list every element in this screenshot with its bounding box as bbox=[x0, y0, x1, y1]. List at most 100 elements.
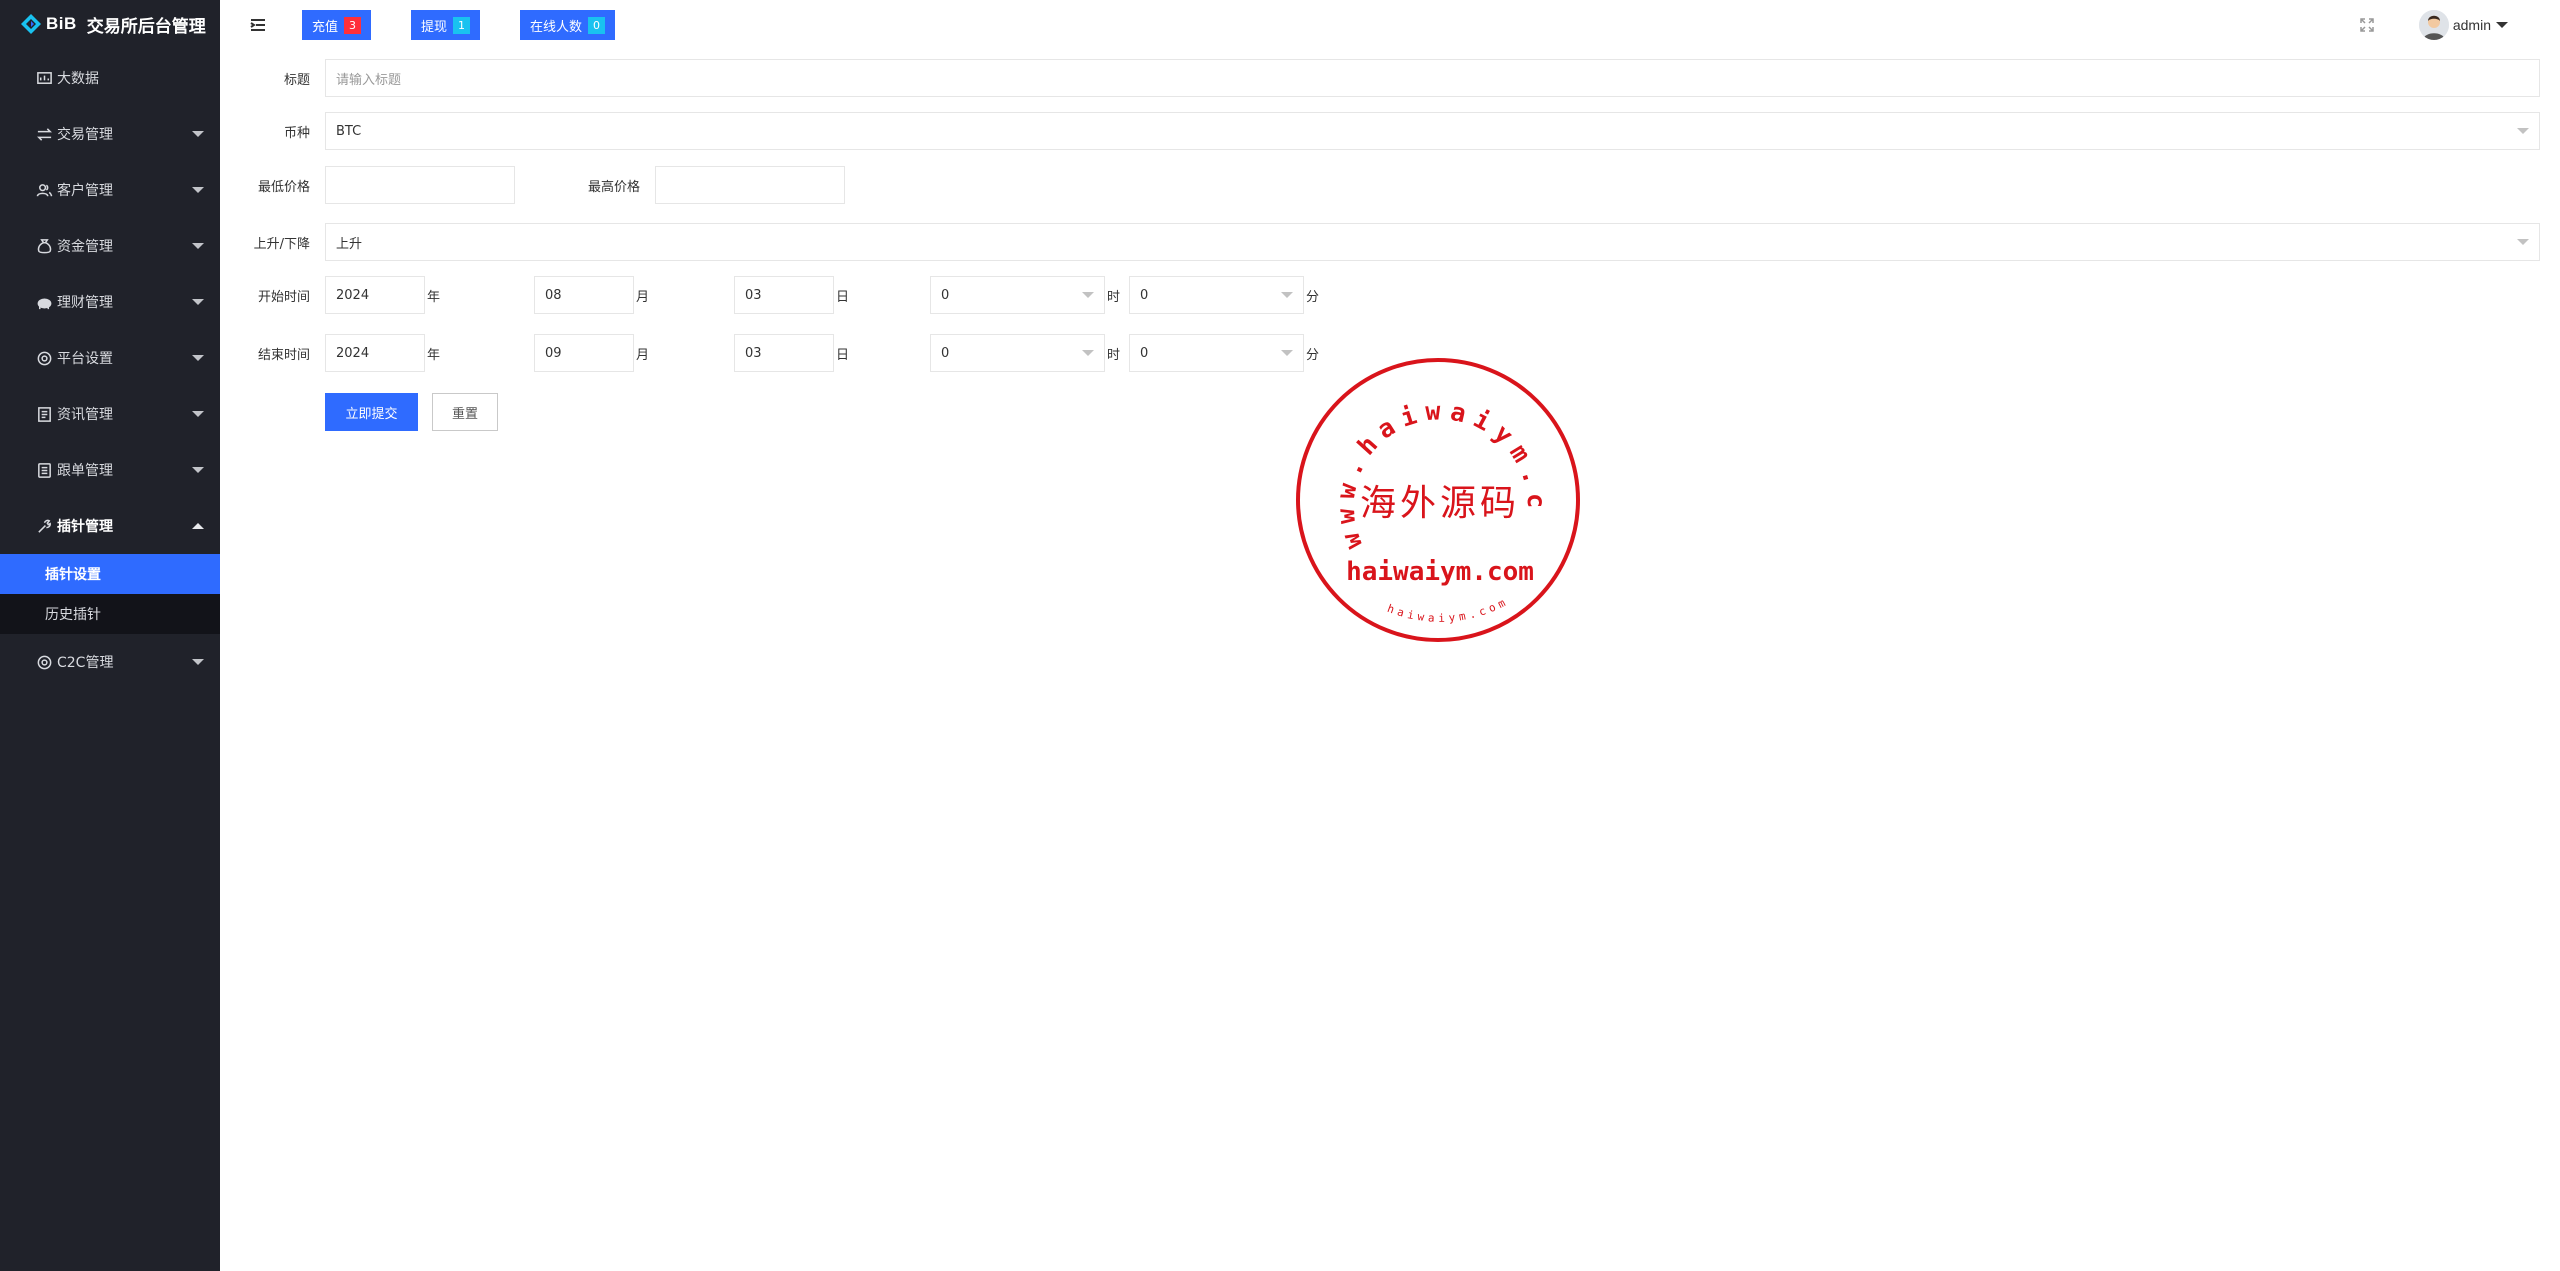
chevron-down-icon bbox=[192, 411, 204, 417]
chevron-down-icon bbox=[2517, 128, 2529, 134]
sidebar-item-platform[interactable]: 平台设置 bbox=[0, 330, 220, 386]
sidebar-item-c2c[interactable]: C2C管理 bbox=[0, 634, 220, 690]
sidebar-item-label: 插针管理 bbox=[57, 519, 113, 535]
sidebar-item-copytrade[interactable]: 跟单管理 bbox=[0, 442, 220, 498]
coin-label: 币种 bbox=[283, 125, 310, 141]
end-hour-select[interactable]: 0 bbox=[930, 334, 1105, 372]
start-year-input[interactable]: 2024 bbox=[325, 276, 425, 314]
sidebar-subitem-spike-history[interactable]: 历史插针 bbox=[0, 594, 220, 634]
sidebar-item-label: 平台设置 bbox=[57, 351, 113, 367]
chevron-down-icon bbox=[1082, 350, 1094, 356]
online-users-count-badge: 0 bbox=[588, 16, 606, 34]
money-bag-icon bbox=[35, 237, 53, 255]
watermark-stamp: www.haiwaiym.com 海外源码 haiwaiym.com haiwa… bbox=[1283, 332, 1585, 645]
day-unit: 日 bbox=[836, 289, 850, 305]
circle-icon bbox=[35, 653, 53, 671]
end-year-input[interactable]: 2024 bbox=[325, 334, 425, 372]
end-minute-value: 0 bbox=[1140, 345, 1149, 361]
sidebar-item-customers[interactable]: 客户管理 bbox=[0, 162, 220, 218]
withdraw-count-badge: 1 bbox=[453, 16, 471, 34]
sidebar-item-label: 跟单管理 bbox=[57, 463, 113, 479]
sidebar-item-trade[interactable]: 交易管理 bbox=[0, 106, 220, 162]
sidebar-item-label: 客户管理 bbox=[57, 183, 113, 199]
sidebar-item-finance[interactable]: 理财管理 bbox=[0, 274, 220, 330]
exchange-icon bbox=[35, 125, 53, 143]
month-unit: 月 bbox=[636, 347, 650, 363]
min-price-label: 最低价格 bbox=[257, 179, 310, 195]
end-minute-select[interactable]: 0 bbox=[1129, 334, 1304, 372]
form-row-start-time: 开始时间 2024 年 08 月 03 日 0 时 0 分 bbox=[220, 276, 2560, 314]
start-hour-value: 0 bbox=[941, 287, 950, 303]
title-label: 标题 bbox=[283, 72, 310, 88]
sidebar-item-bigdata[interactable]: 大数据 bbox=[0, 50, 220, 106]
min-price-input[interactable] bbox=[325, 166, 515, 204]
sidebar-item-funds[interactable]: 资金管理 bbox=[0, 218, 220, 274]
start-day-input[interactable]: 03 bbox=[734, 276, 834, 314]
start-minute-select[interactable]: 0 bbox=[1129, 276, 1304, 314]
start-time-label: 开始时间 bbox=[257, 289, 310, 305]
spike-settings-form: 标题 请输入标题 币种 BTC 最低价格 最高价格 上升/下降 上升 开始时间 … bbox=[220, 50, 2560, 1271]
coin-select-value: BTC bbox=[336, 123, 362, 139]
stamp-small-text: haiwaiym.com bbox=[1385, 594, 1511, 624]
chevron-down-icon bbox=[192, 243, 204, 249]
coin-select[interactable]: BTC bbox=[325, 112, 2540, 150]
submit-button[interactable]: 立即提交 bbox=[325, 393, 418, 431]
piggy-bank-icon bbox=[35, 293, 53, 311]
app-logo[interactable]: BiB 交易所后台管理 bbox=[0, 0, 220, 48]
recharge-button[interactable]: 充值 3 bbox=[302, 10, 372, 40]
menu-collapse-icon[interactable] bbox=[248, 15, 268, 35]
chevron-down-icon bbox=[192, 131, 204, 137]
max-price-label: 最高价格 bbox=[587, 179, 640, 195]
end-time-label: 结束时间 bbox=[257, 347, 310, 363]
app-title: 交易所后台管理 bbox=[86, 16, 206, 37]
withdraw-label: 提现 bbox=[421, 19, 448, 35]
chevron-down-icon bbox=[2517, 239, 2529, 245]
online-users-button[interactable]: 在线人数 0 bbox=[520, 10, 616, 40]
sidebar-nav: 大数据 交易管理 客户管理 资金管理 理财管理 平台设置 资讯管理 跟单管理 插… bbox=[0, 50, 220, 690]
sidebar: BiB 交易所后台管理 大数据 交易管理 客户管理 资金管理 理财管理 平台设置… bbox=[0, 0, 220, 1271]
max-price-input[interactable] bbox=[655, 166, 845, 204]
minute-unit: 分 bbox=[1306, 289, 1320, 305]
chevron-down-icon bbox=[1281, 350, 1293, 356]
hour-unit: 时 bbox=[1107, 347, 1121, 363]
top-header: 充值 3 提现 1 在线人数 0 admin bbox=[220, 0, 2560, 50]
header-right: admin bbox=[2359, 0, 2508, 50]
sidebar-subitem-spike-settings[interactable]: 插针设置 bbox=[0, 554, 220, 594]
wrench-icon bbox=[35, 517, 53, 535]
news-icon bbox=[35, 405, 53, 423]
online-users-label: 在线人数 bbox=[530, 19, 583, 35]
sidebar-submenu-spike: 插针设置 历史插针 bbox=[0, 554, 220, 634]
form-row-prices: 最低价格 最高价格 bbox=[220, 166, 2560, 204]
form-row-direction: 上升/下降 上升 bbox=[220, 223, 2560, 261]
direction-select-value: 上升 bbox=[336, 236, 363, 252]
sidebar-item-label: 资金管理 bbox=[57, 239, 113, 255]
title-input[interactable]: 请输入标题 bbox=[325, 59, 2540, 97]
end-month-input[interactable]: 09 bbox=[534, 334, 634, 372]
sidebar-item-spike[interactable]: 插针管理 bbox=[0, 498, 220, 554]
sidebar-item-news[interactable]: 资讯管理 bbox=[0, 386, 220, 442]
month-unit: 月 bbox=[636, 289, 650, 305]
stamp-url-text: haiwaiym.com bbox=[1346, 557, 1534, 587]
app-brand: BiB bbox=[46, 14, 77, 33]
recharge-label: 充值 bbox=[312, 19, 339, 35]
start-hour-select[interactable]: 0 bbox=[930, 276, 1105, 314]
form-row-title: 标题 请输入标题 bbox=[220, 59, 2560, 97]
start-minute-value: 0 bbox=[1140, 287, 1149, 303]
sidebar-item-label: 理财管理 bbox=[57, 295, 113, 311]
user-name[interactable]: admin bbox=[2453, 17, 2491, 33]
chevron-down-icon bbox=[192, 659, 204, 665]
direction-select[interactable]: 上升 bbox=[325, 223, 2540, 261]
year-unit: 年 bbox=[427, 289, 441, 305]
start-month-input[interactable]: 08 bbox=[534, 276, 634, 314]
fullscreen-icon[interactable] bbox=[2359, 17, 2375, 33]
sidebar-item-label: 大数据 bbox=[57, 71, 99, 87]
sidebar-item-label: 交易管理 bbox=[57, 127, 113, 143]
chevron-down-icon bbox=[192, 299, 204, 305]
sidebar-item-label: 资讯管理 bbox=[57, 407, 113, 423]
avatar[interactable] bbox=[2418, 10, 2449, 40]
withdraw-button[interactable]: 提现 1 bbox=[411, 10, 481, 40]
end-hour-value: 0 bbox=[941, 345, 950, 361]
end-day-input[interactable]: 03 bbox=[734, 334, 834, 372]
reset-button[interactable]: 重置 bbox=[432, 393, 498, 431]
chevron-down-icon[interactable] bbox=[2496, 22, 2508, 28]
